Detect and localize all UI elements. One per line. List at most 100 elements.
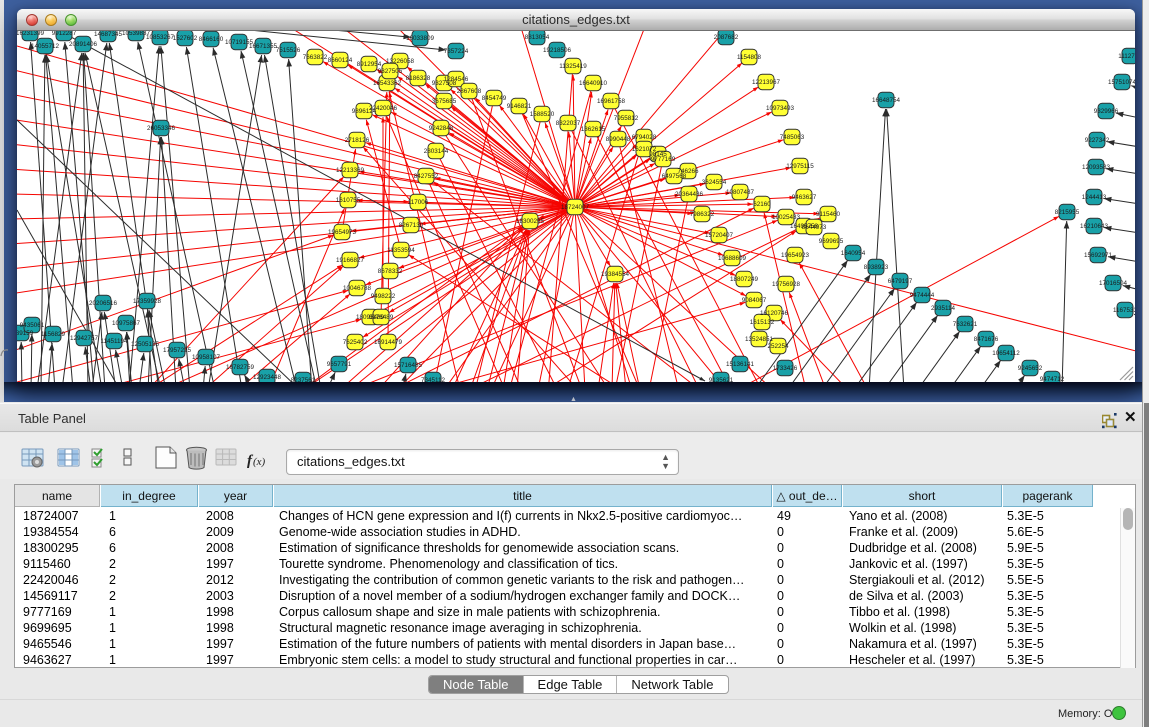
svg-text:17359928: 17359928: [133, 298, 162, 305]
svg-text:3675685: 3675685: [432, 98, 457, 105]
svg-text:16640910: 16640910: [579, 80, 608, 87]
svg-text:14687345: 14687345: [94, 31, 123, 38]
svg-text:9242848: 9242848: [429, 125, 454, 132]
svg-text:9245652: 9245652: [1018, 365, 1043, 372]
svg-text:9084067: 9084067: [742, 297, 767, 304]
svg-text:16961758: 16961758: [597, 98, 626, 105]
svg-text:2803144: 2803144: [424, 148, 449, 155]
svg-text:8427552: 8427552: [414, 173, 439, 180]
svg-text:12093583: 12093583: [1082, 164, 1111, 171]
svg-text:12505135: 12505135: [131, 341, 160, 348]
svg-text:20206516: 20206516: [89, 300, 118, 307]
svg-text:1615132: 1615132: [750, 319, 775, 326]
svg-text:9329966: 9329966: [1094, 108, 1119, 115]
svg-text:9227342: 9227342: [1085, 137, 1110, 144]
svg-text:16648754: 16648754: [872, 97, 901, 104]
svg-text:1167533: 1167533: [1113, 307, 1135, 314]
svg-text:7485063: 7485063: [780, 134, 805, 141]
svg-text:15136141: 15136141: [726, 361, 755, 368]
svg-text:1588520: 1588520: [530, 111, 555, 118]
svg-text:2867608: 2867608: [457, 88, 482, 95]
svg-text:19756928: 19756928: [772, 281, 801, 288]
svg-text:1610755: 1610755: [336, 197, 361, 204]
svg-text:1244413: 1244413: [1082, 194, 1107, 201]
svg-text:1154808: 1154808: [737, 54, 762, 61]
svg-text:1156829: 1156829: [41, 331, 66, 338]
svg-text:16914479: 16914479: [374, 339, 403, 346]
svg-text:10973493: 10973493: [766, 105, 795, 112]
svg-text:18807249: 18807249: [730, 276, 759, 283]
svg-text:7625402: 7625402: [343, 339, 368, 346]
svg-text:19654973: 19654973: [328, 229, 357, 236]
svg-text:9498222: 9498222: [371, 293, 396, 300]
svg-text:10025433: 10025433: [772, 214, 801, 221]
svg-text:20891406: 20891406: [69, 41, 98, 48]
svg-text:8644973: 8644973: [802, 224, 827, 231]
svg-text:16782759: 16782759: [226, 364, 255, 371]
svg-text:10654112: 10654112: [992, 350, 1020, 357]
svg-text:10688609: 10688609: [718, 255, 747, 262]
svg-text:9135621: 9135621: [709, 377, 734, 382]
svg-text:1362615: 1362615: [581, 126, 606, 133]
svg-text:6497568: 6497568: [662, 173, 687, 180]
svg-text:17957225: 17957225: [163, 347, 192, 354]
svg-text:19654923: 19654923: [781, 252, 810, 259]
svg-text:18724007: 18724007: [561, 204, 590, 211]
svg-text:7955812: 7955812: [614, 115, 639, 122]
svg-text:62160: 62160: [753, 201, 771, 208]
svg-text:1733426: 1733426: [773, 365, 798, 372]
svg-text:16671355: 16671355: [249, 43, 278, 50]
svg-text:19218506: 19218506: [543, 47, 572, 54]
svg-text:15720407: 15720407: [705, 232, 734, 239]
svg-text:8938923: 8938923: [864, 264, 889, 271]
svg-text:10975867: 10975867: [112, 320, 141, 327]
svg-text:12923448: 12923448: [253, 374, 282, 381]
svg-text:10853267: 10853267: [146, 34, 175, 41]
svg-text:15692971: 15692971: [1084, 252, 1113, 259]
svg-text:7986322: 7986322: [690, 211, 715, 218]
svg-text:22420046: 22420046: [369, 105, 398, 112]
svg-text:15716485: 15716485: [394, 362, 423, 369]
svg-text:(x): (x): [253, 456, 266, 468]
svg-text:9327505: 9327505: [378, 68, 403, 75]
svg-text:6794028: 6794028: [632, 134, 657, 141]
svg-text:12975115: 12975115: [786, 163, 814, 170]
svg-text:2935114: 2935114: [931, 305, 956, 312]
svg-text:10046788: 10046788: [343, 285, 372, 292]
svg-text:8215955: 8215955: [1055, 209, 1080, 216]
svg-text:9435061: 9435061: [20, 322, 45, 329]
svg-text:8267130: 8267130: [399, 222, 424, 229]
svg-text:16033809: 16033809: [406, 35, 435, 42]
svg-text:8939159: 8939159: [17, 330, 34, 337]
svg-text:8990448: 8990448: [606, 136, 631, 143]
svg-text:11451194: 11451194: [100, 338, 128, 345]
svg-text:8186328: 8186328: [406, 75, 431, 82]
svg-text:8176489: 8176489: [369, 314, 394, 321]
svg-text:9474444: 9474444: [910, 292, 935, 299]
svg-text:19384554: 19384554: [601, 271, 630, 278]
svg-text:8237561: 8237561: [291, 377, 316, 382]
svg-text:14055712: 14055712: [31, 43, 60, 50]
svg-text:9146821: 9146821: [507, 103, 532, 110]
svg-text:9699695: 9699695: [819, 238, 844, 245]
svg-text:8678332: 8678332: [378, 268, 403, 275]
svg-text:9115460: 9115460: [816, 211, 841, 218]
svg-text:9463627: 9463627: [792, 194, 817, 201]
svg-text:16231399: 16231399: [17, 31, 44, 37]
svg-text:9657791: 9657791: [327, 361, 352, 368]
svg-text:1640954: 1640954: [841, 250, 866, 257]
svg-text:11325419: 11325419: [559, 63, 587, 70]
svg-text:252254: 252254: [767, 343, 789, 350]
svg-text:2087682: 2087682: [714, 34, 739, 41]
svg-text:1527602: 1527602: [173, 35, 198, 42]
svg-text:18300295: 18300295: [516, 218, 545, 225]
svg-text:13226058: 13226058: [386, 58, 415, 65]
svg-text:8454749: 8454749: [482, 95, 507, 102]
svg-text:9777169: 9777169: [651, 156, 676, 163]
svg-text:10807487: 10807487: [726, 189, 755, 196]
svg-text:8813054: 8813054: [525, 34, 550, 41]
svg-text:1112753: 1112753: [1118, 53, 1135, 60]
svg-text:7632621: 7632621: [953, 321, 978, 328]
svg-text:2718126: 2718126: [345, 137, 370, 144]
svg-text:11353594: 11353594: [387, 247, 415, 254]
